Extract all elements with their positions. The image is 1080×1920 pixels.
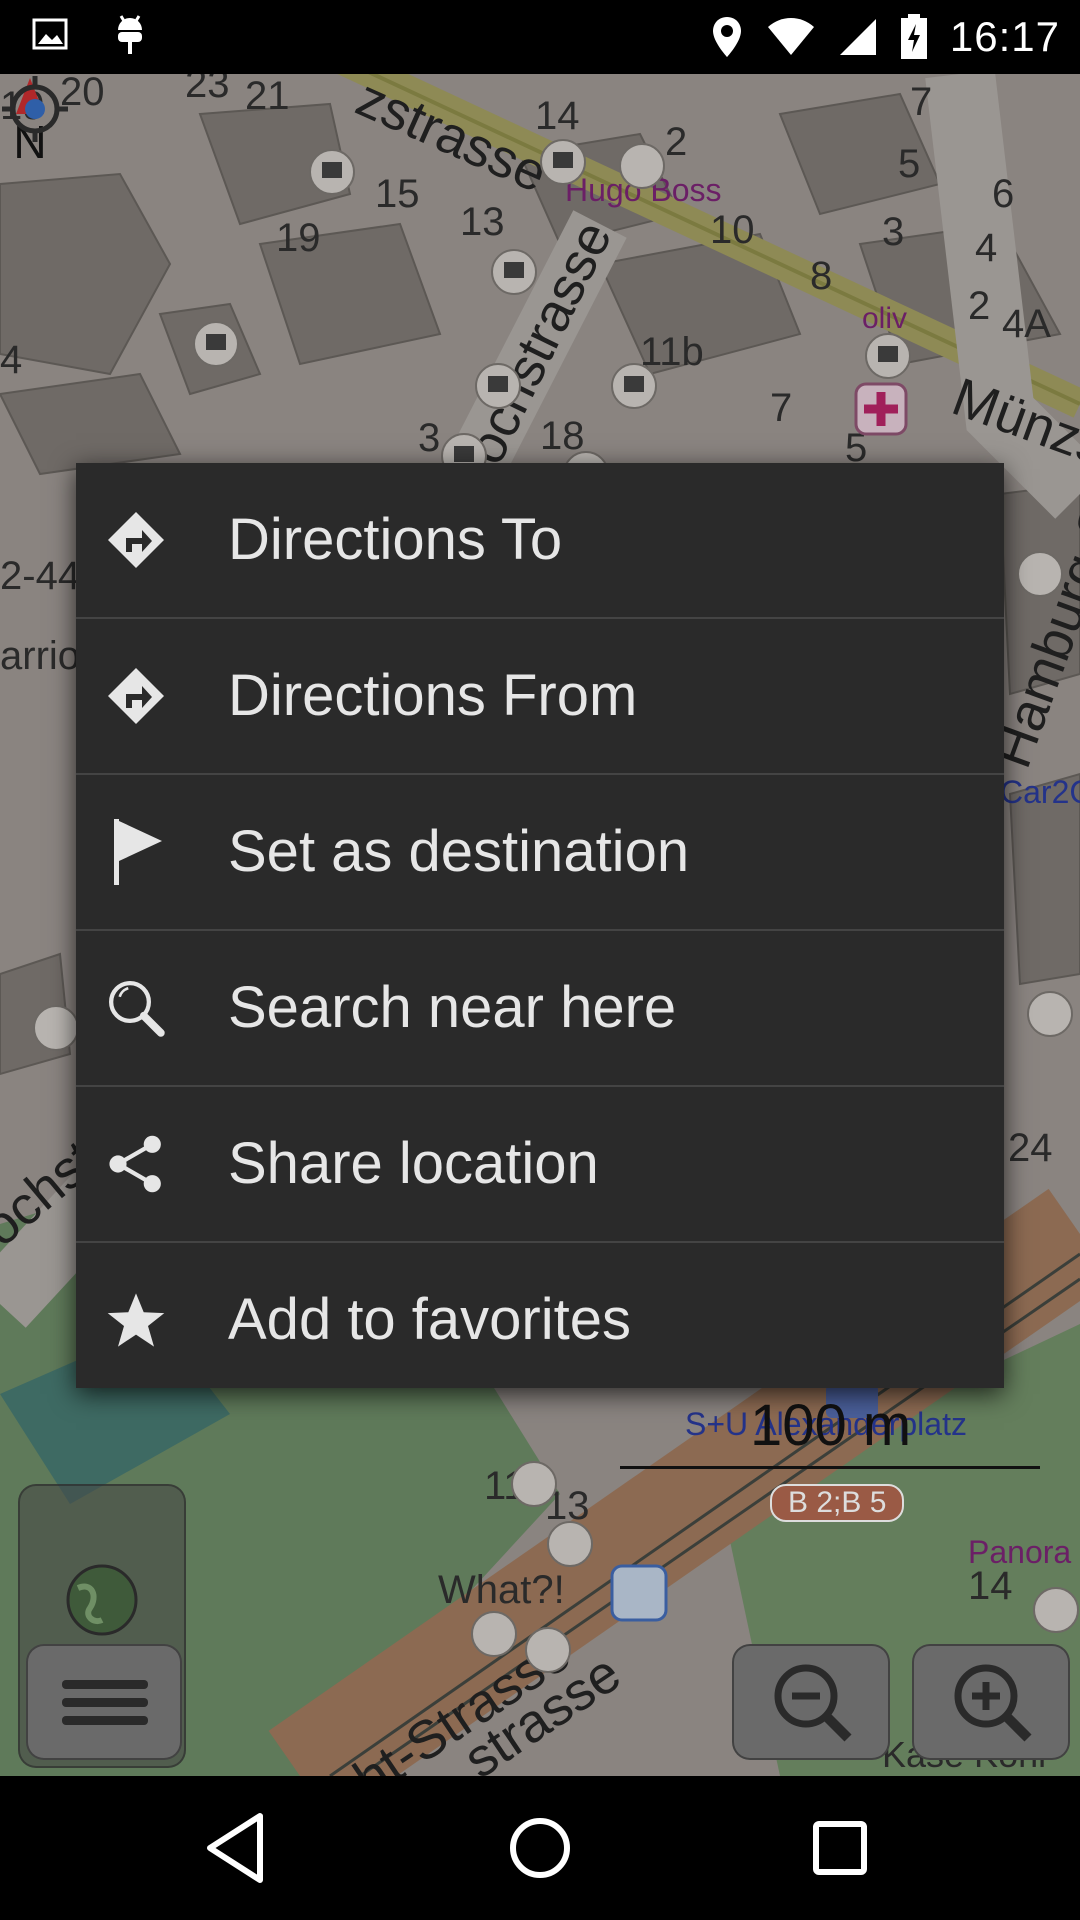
scale-label: 100 m: [750, 1393, 912, 1458]
status-bar: 16:17: [0, 0, 1080, 74]
location-pin-icon: [712, 17, 741, 57]
scale-line: [620, 1466, 1040, 1469]
directions-icon: [106, 510, 166, 570]
zoom-out-icon: [774, 1664, 852, 1742]
flag-icon: [106, 819, 166, 885]
image-icon: [32, 18, 68, 50]
menu-item-set-destination[interactable]: Set as destination: [76, 775, 1004, 931]
menu-item-add-favorites[interactable]: Add to favorites: [76, 1243, 1004, 1397]
clock: 16:17: [949, 13, 1060, 60]
menu-item-label: Share location: [228, 1131, 599, 1196]
android-debug-icon: [118, 15, 142, 54]
zoom-out-button[interactable]: [732, 1644, 890, 1760]
signal-icon: [839, 19, 876, 55]
menu-item-search-near[interactable]: Search near here: [76, 931, 1004, 1087]
battery-charging-icon: [900, 14, 927, 59]
my-location-button[interactable]: [0, 74, 70, 144]
menu-item-label: Directions To: [228, 507, 563, 572]
globe-icon[interactable]: [64, 1562, 140, 1638]
navigation-bar: [0, 1776, 1080, 1920]
zoom-in-button[interactable]: [912, 1644, 1070, 1760]
zoom-in-icon: [954, 1664, 1032, 1742]
menu-button[interactable]: [26, 1644, 182, 1760]
menu-item-label: Set as destination: [228, 819, 690, 884]
search-icon: [106, 978, 166, 1038]
menu-item-directions-to[interactable]: Directions To: [76, 463, 1004, 619]
share-icon: [106, 1134, 166, 1194]
menu-item-label: Add to favorites: [228, 1287, 631, 1352]
menu-item-share-location[interactable]: Share location: [76, 1087, 1004, 1243]
directions-icon: [106, 666, 166, 726]
home-icon[interactable]: [500, 1808, 580, 1888]
recents-icon[interactable]: [800, 1808, 880, 1888]
hamburger-icon: [62, 1680, 148, 1725]
context-menu: Directions To Directions From Set as des…: [76, 463, 1004, 1388]
menu-item-label: Directions From: [228, 663, 638, 728]
back-icon[interactable]: [200, 1808, 280, 1888]
menu-item-directions-from[interactable]: Directions From: [76, 619, 1004, 775]
menu-item-label: Search near here: [228, 975, 677, 1040]
scale-bar: 100 m: [620, 1392, 1040, 1472]
star-icon: [106, 1290, 166, 1350]
wifi-icon: [767, 18, 814, 55]
